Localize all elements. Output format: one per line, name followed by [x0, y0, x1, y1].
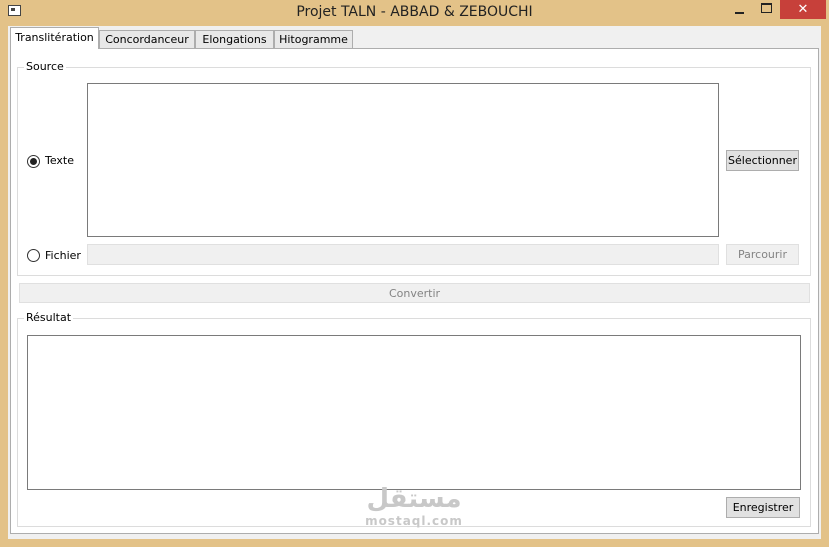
select-button[interactable]: Sélectionner	[726, 150, 799, 171]
source-text-input[interactable]	[87, 83, 719, 237]
close-icon: ✕	[797, 2, 809, 17]
window-client-area: Translitération Concordanceur Elongation…	[8, 26, 821, 539]
watermark-logo: مستقل	[366, 484, 462, 514]
maximize-button[interactable]	[753, 0, 779, 19]
tab-hitogramme[interactable]: Hitogramme	[274, 30, 353, 48]
tab-transliteration[interactable]: Translitération	[10, 27, 99, 49]
tab-page-transliteration: Source Texte Sélectionner Fichier Parcou…	[10, 48, 819, 534]
minimize-button[interactable]	[727, 0, 753, 19]
texte-radio[interactable]	[27, 155, 40, 168]
mostaql-watermark: مستقل mostaql.com	[354, 484, 474, 528]
tab-elongations[interactable]: Elongations	[195, 30, 274, 48]
fichier-radio[interactable]	[27, 249, 40, 262]
save-button[interactable]: Enregistrer	[726, 497, 800, 518]
fichier-label: Fichier	[45, 249, 81, 262]
close-button[interactable]: ✕	[780, 0, 826, 19]
file-path-field[interactable]	[87, 244, 719, 265]
result-group-title: Résultat	[24, 311, 74, 324]
window-title: Projet TALN - ABBAD & ZEBOUCHI	[296, 4, 533, 20]
title-bar: Projet TALN - ABBAD & ZEBOUCHI ✕	[0, 0, 829, 26]
browse-button[interactable]: Parcourir	[726, 244, 799, 265]
texte-label: Texte	[45, 154, 75, 167]
tab-concordanceur[interactable]: Concordanceur	[99, 30, 195, 48]
source-group-title: Source	[24, 60, 66, 73]
source-group: Source Texte Sélectionner Fichier Parcou…	[17, 60, 811, 276]
convert-button[interactable]: Convertir	[19, 283, 810, 303]
result-text-output[interactable]	[27, 335, 801, 490]
watermark-site: mostaql.com	[365, 514, 463, 528]
